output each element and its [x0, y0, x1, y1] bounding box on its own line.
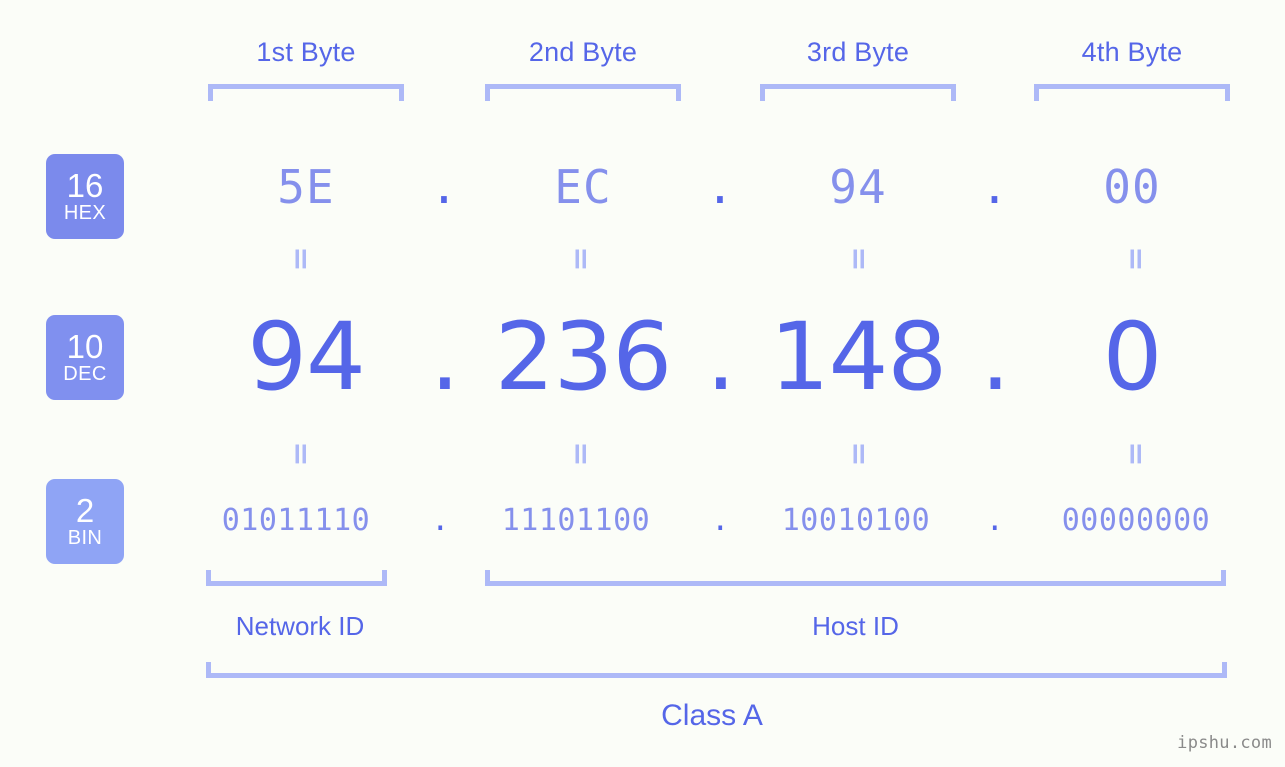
- equals-mark-hex-dec-2: =: [563, 246, 598, 272]
- dec-octet-1: 94: [247, 303, 366, 412]
- hex-separator-1: .: [430, 160, 459, 214]
- hex-separator-3: .: [980, 160, 1010, 214]
- bin-octet-3: 10010100: [781, 503, 931, 538]
- dec-separator-2: .: [706, 303, 736, 412]
- byte-header-2: 2nd Byte: [528, 37, 638, 67]
- network-id-bracket: [206, 570, 387, 586]
- bin-separator-3: .: [985, 503, 1005, 538]
- hex-octet-2: EC: [554, 160, 612, 214]
- equals-mark-hex-dec-3: =: [841, 246, 876, 272]
- bin-separator-2: .: [711, 503, 730, 538]
- equals-mark-hex-dec-1: =: [283, 246, 318, 272]
- bin-octet-1: 01011110: [221, 503, 371, 538]
- hex-separator-2: .: [706, 160, 735, 214]
- equals-mark-dec-bin-3: =: [841, 441, 876, 467]
- equals-mark-dec-bin-2: =: [563, 441, 598, 467]
- class-label: Class A: [661, 699, 763, 732]
- hex-octet-1: 5E: [277, 160, 335, 214]
- decimal-value-row: 94 . 236 . 148 . 0: [0, 300, 1285, 416]
- hex-octet-3: 94: [829, 160, 887, 214]
- byte-bracket-2: [485, 84, 681, 101]
- dec-octet-4: 0: [1102, 303, 1163, 412]
- dec-octet-2: 236: [494, 303, 672, 412]
- equals-mark-dec-bin-1: =: [283, 441, 318, 467]
- bin-octet-4: 00000000: [1061, 503, 1211, 538]
- byte-bracket-1: [208, 84, 404, 101]
- site-watermark: ipshu.com: [1177, 733, 1272, 753]
- byte-header-3: 3rd Byte: [806, 37, 910, 67]
- bin-separator-1: .: [431, 503, 450, 538]
- hex-value-row: 5E . EC . 94 . 00: [0, 152, 1285, 222]
- bin-octet-2: 11101100: [501, 503, 651, 538]
- byte-header-4: 4th Byte: [1081, 37, 1183, 67]
- dec-octet-3: 148: [769, 303, 947, 412]
- network-id-label: Network ID: [235, 611, 365, 641]
- dec-separator-1: .: [430, 303, 460, 412]
- hex-octet-4: 00: [1103, 160, 1161, 214]
- equals-mark-hex-dec-4: =: [1118, 246, 1153, 272]
- host-id-bracket: [485, 570, 1226, 586]
- host-id-label: Host ID: [812, 611, 899, 641]
- byte-bracket-4: [1034, 84, 1230, 101]
- binary-value-row: 01011110 . 11101100 . 10010100 . 0000000…: [0, 498, 1285, 544]
- byte-header-1: 1st Byte: [256, 37, 356, 67]
- equals-mark-dec-bin-4: =: [1118, 441, 1153, 467]
- dec-separator-3: .: [980, 303, 1011, 412]
- byte-bracket-3: [760, 84, 956, 101]
- class-bracket: [206, 662, 1227, 678]
- ip-address-breakdown-diagram: 1st Byte 2nd Byte 3rd Byte 4th Byte 16 H…: [0, 0, 1285, 767]
